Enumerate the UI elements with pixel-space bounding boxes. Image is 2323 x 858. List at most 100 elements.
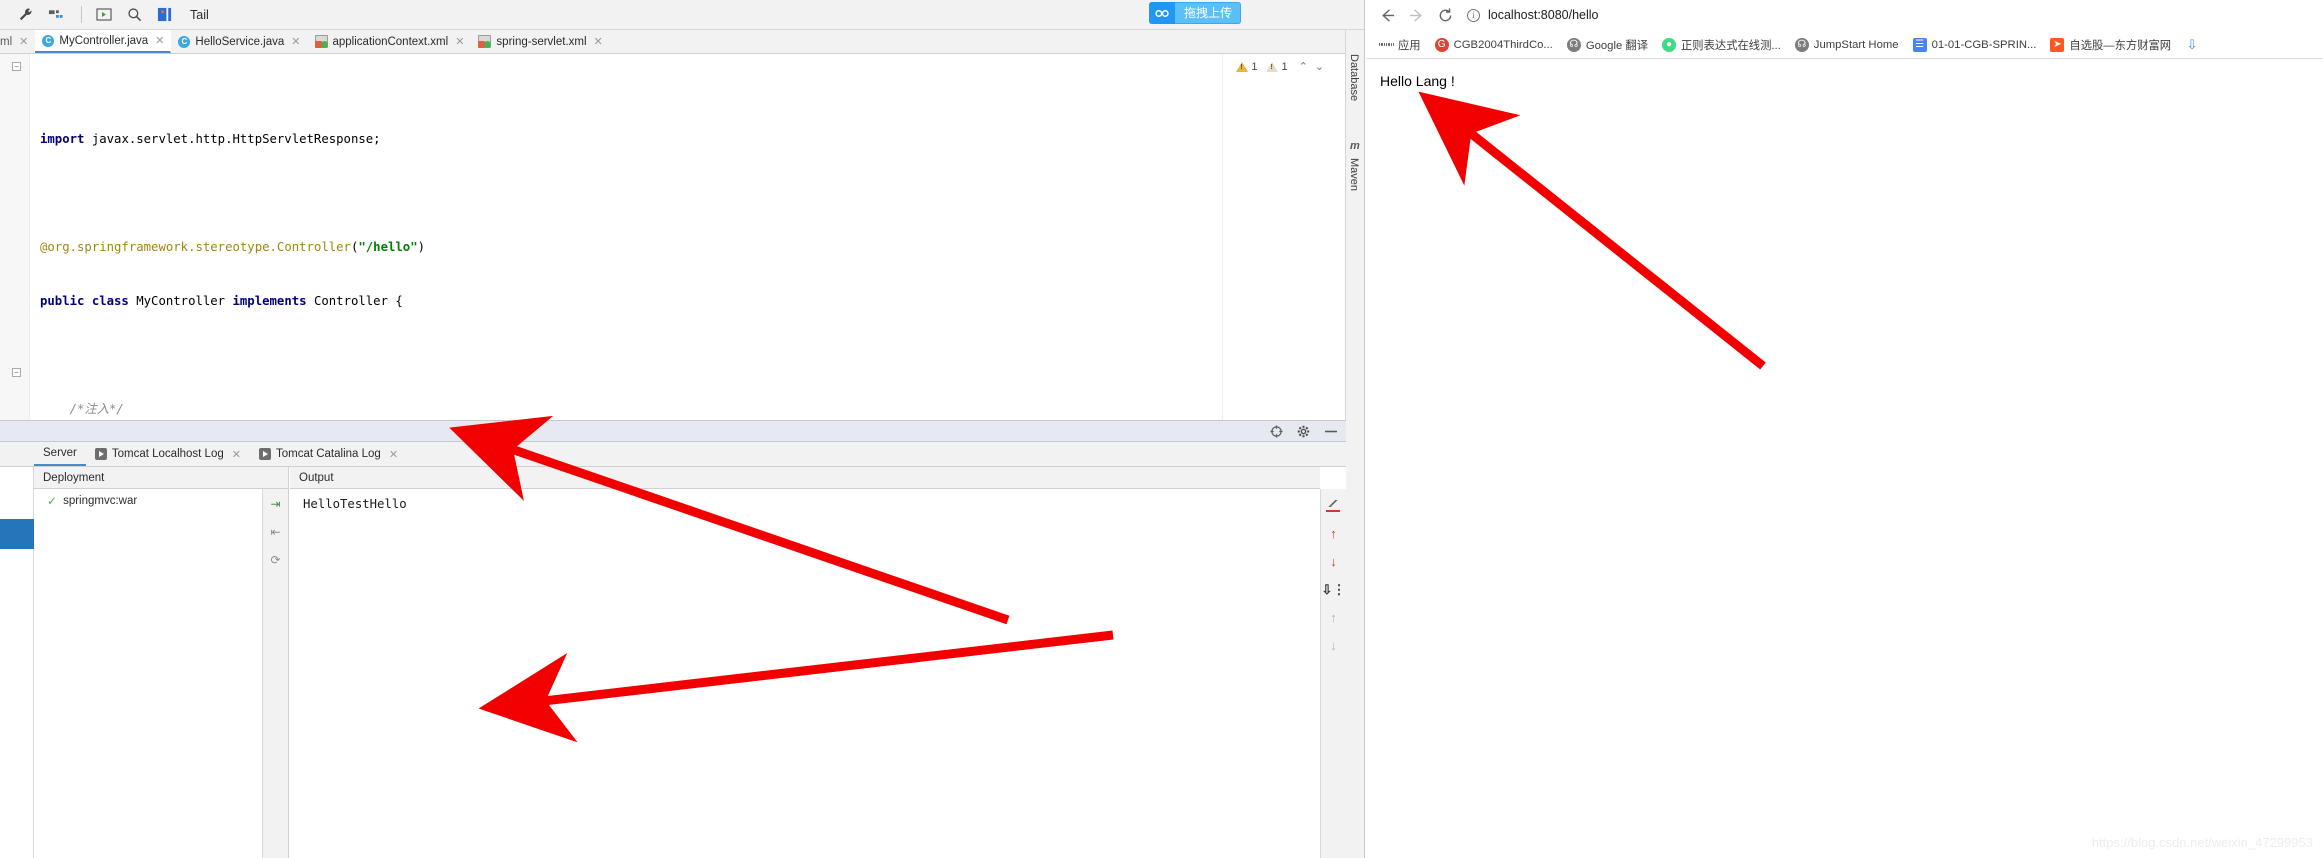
deployment-header: Deployment bbox=[34, 467, 288, 489]
watermark-text: https://blog.csdn.net/weixin_47299953 bbox=[2091, 835, 2313, 850]
fold-marker-icon[interactable]: − bbox=[12, 368, 21, 377]
target-icon[interactable] bbox=[1270, 424, 1283, 438]
url-text: localhost:8080/hello bbox=[1488, 8, 1599, 22]
bookmark-cgb2004thirdco[interactable]: G CGB2004ThirdCo... bbox=[1428, 37, 1560, 52]
close-icon[interactable]: ✕ bbox=[19, 35, 28, 48]
bookmark-label: 正则表达式在线测... bbox=[1681, 39, 1781, 52]
run-panel-body: Deployment ✓ springmvc:war ⇥ ⇤ ⟳ Output … bbox=[0, 467, 1346, 858]
editor-gutter[interactable]: − − − bbox=[0, 54, 30, 485]
editor-tab-helloservice[interactable]: C HelloService.java ✕ bbox=[171, 30, 307, 53]
editor-tab-label: applicationContext.xml bbox=[332, 35, 449, 48]
down-icon[interactable]: ↓ bbox=[1330, 639, 1337, 652]
warning-count: 1 bbox=[1251, 60, 1258, 73]
fold-marker-icon[interactable]: − bbox=[12, 62, 21, 71]
bookmark-downloads[interactable]: ⇩ bbox=[2178, 37, 2211, 52]
bookmark-cgb-spring-doc[interactable]: ☰ 01-01-CGB-SPRIN... bbox=[1906, 37, 2044, 52]
close-icon[interactable]: ✕ bbox=[389, 448, 398, 461]
address-bar[interactable]: i localhost:8080/hello bbox=[1467, 4, 2315, 26]
next-occurrence-icon[interactable]: ↓ bbox=[1330, 555, 1337, 568]
run-panel-header bbox=[0, 420, 1346, 442]
site-info-icon[interactable]: i bbox=[1467, 8, 1480, 22]
chevron-down-icon[interactable]: ⌄ bbox=[1313, 60, 1326, 73]
apps-grid-icon bbox=[1379, 38, 1393, 52]
gear-icon[interactable] bbox=[1297, 425, 1310, 438]
editor-tab-label: MyController.java bbox=[59, 34, 149, 47]
sort-icon[interactable]: ⇩⋮ bbox=[1322, 583, 1346, 596]
prev-occurrence-icon[interactable]: ↑ bbox=[1330, 527, 1337, 540]
close-icon[interactable]: ✕ bbox=[594, 35, 603, 48]
ide-right-tool-strip: Database m Maven bbox=[1345, 30, 1364, 858]
chrome-browser-window: i localhost:8080/hello 应用 G CGB2004Third… bbox=[1366, 0, 2323, 858]
bookmark-label: 自选股—东方财富网 bbox=[2069, 39, 2172, 52]
deployment-toolbar: ⇥ ⇤ ⟳ bbox=[262, 489, 288, 858]
intellij-icon[interactable] bbox=[151, 4, 177, 26]
back-icon[interactable] bbox=[1374, 2, 1400, 28]
bookmark-jumpstart-home[interactable]: ☊ JumpStart Home bbox=[1788, 37, 1906, 52]
editor-tab-mycontroller[interactable]: C MyController.java ✕ bbox=[35, 30, 172, 53]
minimize-icon[interactable] bbox=[1324, 430, 1338, 433]
bookmark-label: 01-01-CGB-SPRIN... bbox=[1931, 38, 2037, 51]
up-icon[interactable]: ↑ bbox=[1330, 611, 1337, 624]
redeploy-icon[interactable]: ⟳ bbox=[270, 553, 280, 567]
browser-navigation-bar: i localhost:8080/hello bbox=[1366, 0, 2323, 31]
java-class-icon: C bbox=[42, 34, 55, 47]
bookmark-eastmoney[interactable]: ➤ 自选股—东方财富网 bbox=[2043, 37, 2178, 53]
close-icon[interactable]: ✕ bbox=[155, 34, 164, 47]
deployment-list: ✓ springmvc:war bbox=[34, 489, 288, 508]
cloud-upload-icon bbox=[1149, 2, 1175, 24]
tail-label: Tail bbox=[190, 7, 209, 22]
reload-icon[interactable] bbox=[1432, 2, 1458, 28]
list-item[interactable]: ✓ springmvc:war bbox=[34, 489, 288, 508]
run-tool-window: Server Tomcat Localhost Log ✕ Tomcat Cat… bbox=[0, 420, 1346, 858]
editor-tab-clipped[interactable]: ml ✕ bbox=[0, 30, 35, 53]
undeploy-icon[interactable]: ⇤ bbox=[270, 525, 280, 539]
close-icon[interactable]: ✕ bbox=[455, 35, 464, 48]
editor-tab-label: ml bbox=[0, 35, 13, 48]
output-column: Output HelloTestHello bbox=[290, 467, 1320, 858]
ide-toolbar: Tail 拖拽上传 bbox=[0, 0, 1364, 30]
code-content[interactable]: import javax.servlet.http.HttpServletRes… bbox=[30, 54, 1364, 432]
bookmarks-bar: 应用 G CGB2004ThirdCo... ☊ Google 翻译 ● 正则表… bbox=[1366, 31, 2323, 59]
tab-tomcat-catalina-log[interactable]: Tomcat Catalina Log ✕ bbox=[250, 442, 407, 466]
search-icon[interactable] bbox=[121, 4, 147, 26]
wrench-icon[interactable] bbox=[12, 4, 38, 26]
check-icon: ✓ bbox=[47, 494, 58, 508]
tool-window-database[interactable]: Database bbox=[1348, 54, 1360, 101]
project-structure-icon[interactable] bbox=[42, 4, 68, 26]
warning-icon bbox=[1236, 61, 1249, 72]
forward-icon[interactable] bbox=[1403, 2, 1429, 28]
toolbar-separator bbox=[81, 6, 82, 23]
bookmark-apps[interactable]: 应用 bbox=[1372, 37, 1428, 53]
globe-icon: ☊ bbox=[1566, 37, 1581, 52]
weak-warning-icon bbox=[1266, 61, 1279, 72]
drag-upload-button[interactable]: 拖拽上传 bbox=[1149, 2, 1242, 24]
deploy-icon[interactable]: ⇥ bbox=[270, 497, 280, 511]
xml-file-icon bbox=[314, 35, 328, 48]
output-header: Output bbox=[290, 467, 1320, 489]
tab-server[interactable]: Server bbox=[34, 442, 86, 466]
tab-label: Tomcat Localhost Log bbox=[111, 448, 224, 460]
maven-icon: m bbox=[1350, 140, 1360, 152]
tab-tomcat-localhost-log[interactable]: Tomcat Localhost Log ✕ bbox=[86, 442, 250, 466]
bookmark-google-translate[interactable]: ☊ Google 翻译 bbox=[1560, 37, 1655, 53]
run-console-icon[interactable] bbox=[91, 4, 117, 26]
xml-file-icon bbox=[478, 35, 492, 48]
g-icon: G bbox=[1434, 37, 1449, 52]
flame-icon: ➤ bbox=[2050, 37, 2065, 52]
tool-window-maven[interactable]: Maven bbox=[1348, 158, 1360, 191]
java-class-icon: C bbox=[178, 35, 191, 48]
editor-tab-applicationcontext[interactable]: applicationContext.xml ✕ bbox=[308, 30, 472, 53]
soft-wrap-icon[interactable] bbox=[1326, 499, 1341, 512]
chevron-up-icon[interactable]: ⌃ bbox=[1297, 60, 1310, 73]
close-icon[interactable]: ✕ bbox=[291, 35, 300, 48]
page-body-text: Hello Lang ! bbox=[1380, 73, 1455, 89]
inspections-widget[interactable]: 1 1 ⌃ ⌄ bbox=[1236, 60, 1326, 73]
screenshot-root: Tail 拖拽上传 ml ✕ C MyController.java ✕ C H… bbox=[0, 0, 2323, 858]
code-line: /*注入*/ bbox=[69, 402, 124, 416]
close-icon[interactable]: ✕ bbox=[232, 448, 241, 461]
bookmark-regex-tester[interactable]: ● 正则表达式在线测... bbox=[1655, 37, 1788, 53]
bookmark-label: JumpStart Home bbox=[1813, 38, 1899, 51]
editor-tab-springservlet[interactable]: spring-servlet.xml ✕ bbox=[471, 30, 609, 53]
code-editor[interactable]: − − − import javax.servlet.http.HttpServ… bbox=[0, 54, 1364, 485]
